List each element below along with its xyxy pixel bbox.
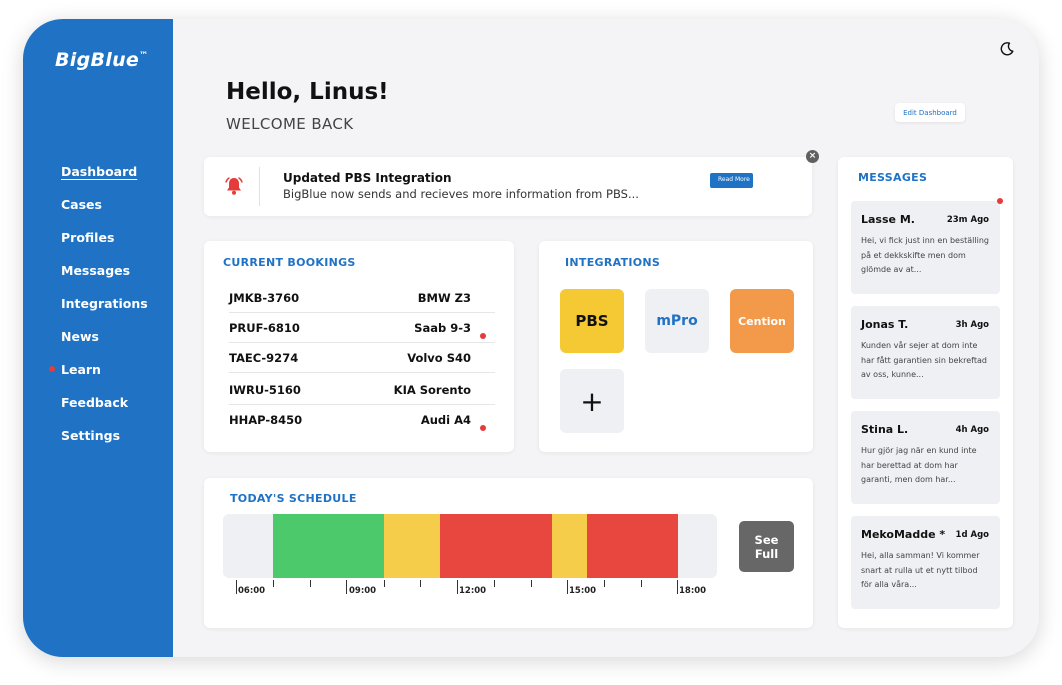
- time-label: 18:00: [679, 586, 707, 596]
- sidebar-item-dashboard[interactable]: Dashboard: [61, 155, 148, 188]
- major-tick: [677, 580, 678, 594]
- message-preview: Hei, vi fick just inn en beställing på e…: [861, 236, 989, 274]
- sidebar-item-messages[interactable]: Messages: [61, 254, 148, 287]
- booking-car: KIA Sorento: [393, 382, 471, 397]
- notification-title: Updated PBS Integration: [283, 171, 452, 185]
- booking-car: Audi A4: [385, 413, 495, 431]
- messages-title[interactable]: MESSAGES: [858, 171, 927, 184]
- booking-plate: TAEC-9274: [229, 350, 299, 365]
- message-preview: Kunden vår sejer at dom inte har fått ga…: [861, 341, 987, 379]
- message-item[interactable]: MekoMadde * 1d Ago Hei, alla samman! Vi …: [851, 516, 1000, 609]
- minor-tick: [641, 580, 642, 587]
- bookings-title: CURRENT BOOKINGS: [223, 256, 356, 269]
- integration-mpro-tile[interactable]: mPro: [645, 289, 709, 353]
- booking-row[interactable]: IWRU-5160 KIA Sorento: [229, 375, 495, 405]
- time-label: 09:00: [349, 586, 377, 596]
- minor-tick: [531, 580, 532, 587]
- messages-panel: MESSAGES Lasse M. 23m Ago Hei, vi fick j…: [838, 157, 1013, 628]
- minor-tick: [273, 580, 274, 587]
- booking-plate: PRUF-6810: [229, 320, 300, 335]
- major-tick: [567, 580, 568, 594]
- minor-tick: [604, 580, 605, 587]
- message-time: 3h Ago: [955, 320, 989, 330]
- time-label: 15:00: [569, 586, 597, 596]
- booking-row[interactable]: PRUF-6810 Saab 9-3: [229, 313, 495, 343]
- message-preview: Hei, alla samman! Vi kommer snart at rul…: [861, 551, 980, 589]
- message-sender: MekoMadde *: [861, 528, 946, 541]
- integration-pbs-tile[interactable]: PBS: [560, 289, 624, 353]
- booking-row[interactable]: JMKB-3760 BMW Z3: [229, 283, 495, 313]
- unread-dot: [997, 198, 1003, 204]
- booking-plate: IWRU-5160: [229, 382, 301, 397]
- schedule-block-full[interactable]: [587, 514, 678, 578]
- main-content: Hello, Linus! WELCOME BACK Edit Dashboar…: [173, 19, 1039, 657]
- alert-dot: [480, 332, 486, 339]
- sidebar-nav: Dashboard Cases Profiles Messages Integr…: [49, 155, 148, 452]
- see-full-schedule-button[interactable]: See Full: [739, 521, 794, 572]
- message-time: 1d Ago: [955, 530, 989, 540]
- major-tick: [236, 580, 237, 594]
- unread-dot: [49, 366, 55, 372]
- schedule-block-available[interactable]: [273, 514, 384, 578]
- notification-body: BigBlue now sends and recieves more info…: [283, 187, 639, 201]
- time-label: 06:00: [238, 586, 266, 596]
- booking-row[interactable]: HHAP-8450 Audi A4: [229, 405, 495, 435]
- schedule-time-axis: 06:00 09:00 12:00 15:00 18:00: [223, 580, 717, 600]
- alert-dot: [480, 425, 486, 431]
- minor-tick: [494, 580, 495, 587]
- booking-car: BMW Z3: [417, 290, 471, 305]
- booking-plate: HHAP-8450: [229, 413, 303, 427]
- message-item[interactable]: Jonas T. 3h Ago Kunden vår sejer at dom …: [851, 306, 1000, 399]
- sidebar-item-feedback[interactable]: Feedback: [61, 386, 148, 419]
- page-title: Hello, Linus!: [226, 79, 389, 105]
- schedule-timeline[interactable]: [223, 514, 717, 578]
- divider: [259, 167, 260, 206]
- sidebar: BigBlue™ Dashboard Cases Profiles Messag…: [23, 19, 173, 657]
- sidebar-item-profiles[interactable]: Profiles: [61, 221, 148, 254]
- edit-dashboard-button[interactable]: Edit Dashboard: [895, 103, 965, 122]
- brand-logo[interactable]: BigBlue™: [55, 49, 148, 71]
- message-item[interactable]: Stina L. 4h Ago Hur gjör jag när en kund…: [851, 411, 1000, 504]
- sidebar-item-integrations[interactable]: Integrations: [61, 287, 148, 320]
- add-integration-button[interactable]: +: [560, 369, 624, 433]
- read-more-button[interactable]: Read More: [710, 173, 753, 188]
- bell-icon: [225, 177, 243, 195]
- sidebar-item-news[interactable]: News: [61, 320, 148, 353]
- booking-car: Saab 9-3: [385, 321, 495, 339]
- major-tick: [457, 580, 458, 594]
- message-sender: Stina L.: [861, 423, 909, 436]
- message-item[interactable]: Lasse M. 23m Ago Hei, vi fick just inn e…: [851, 198, 1003, 294]
- schedule-title: TODAY'S SCHEDULE: [230, 492, 357, 505]
- message-sender: Lasse M.: [861, 213, 915, 226]
- integrations-card: INTEGRATIONS PBS mPro Cention +: [539, 241, 813, 452]
- minor-tick: [420, 580, 421, 587]
- moon-icon[interactable]: [999, 41, 1015, 57]
- schedule-block-partial[interactable]: [552, 514, 587, 578]
- integration-cention-tile[interactable]: Cention: [730, 289, 794, 353]
- sidebar-item-settings[interactable]: Settings: [61, 419, 148, 452]
- app-window: BigBlue™ Dashboard Cases Profiles Messag…: [23, 19, 1039, 657]
- booking-plate: JMKB-3760: [229, 290, 300, 305]
- integrations-title: INTEGRATIONS: [565, 256, 661, 269]
- todays-schedule-card: TODAY'S SCHEDULE 06:00 09:00 12:00 15:00…: [204, 478, 813, 628]
- booking-row[interactable]: TAEC-9274 Volvo S40: [229, 343, 495, 373]
- close-notification-icon[interactable]: ×: [806, 150, 819, 163]
- message-sender: Jonas T.: [861, 318, 909, 331]
- sidebar-item-cases[interactable]: Cases: [61, 188, 148, 221]
- welcome-subtitle: WELCOME BACK: [226, 115, 354, 133]
- notification-banner: Updated PBS Integration BigBlue now send…: [204, 157, 812, 216]
- schedule-block-full[interactable]: [440, 514, 552, 578]
- major-tick: [346, 580, 347, 594]
- booking-car: Volvo S40: [407, 350, 471, 365]
- sidebar-item-learn[interactable]: Learn: [49, 353, 148, 386]
- minor-tick: [384, 580, 385, 587]
- message-time: 4h Ago: [955, 425, 989, 435]
- minor-tick: [310, 580, 311, 587]
- schedule-block-partial[interactable]: [384, 514, 440, 578]
- time-label: 12:00: [459, 586, 487, 596]
- current-bookings-card: CURRENT BOOKINGS JMKB-3760 BMW Z3 PRUF-6…: [204, 241, 514, 452]
- message-preview: Hur gjör jag när en kund inte har berett…: [861, 446, 977, 484]
- message-time: 23m Ago: [946, 215, 989, 225]
